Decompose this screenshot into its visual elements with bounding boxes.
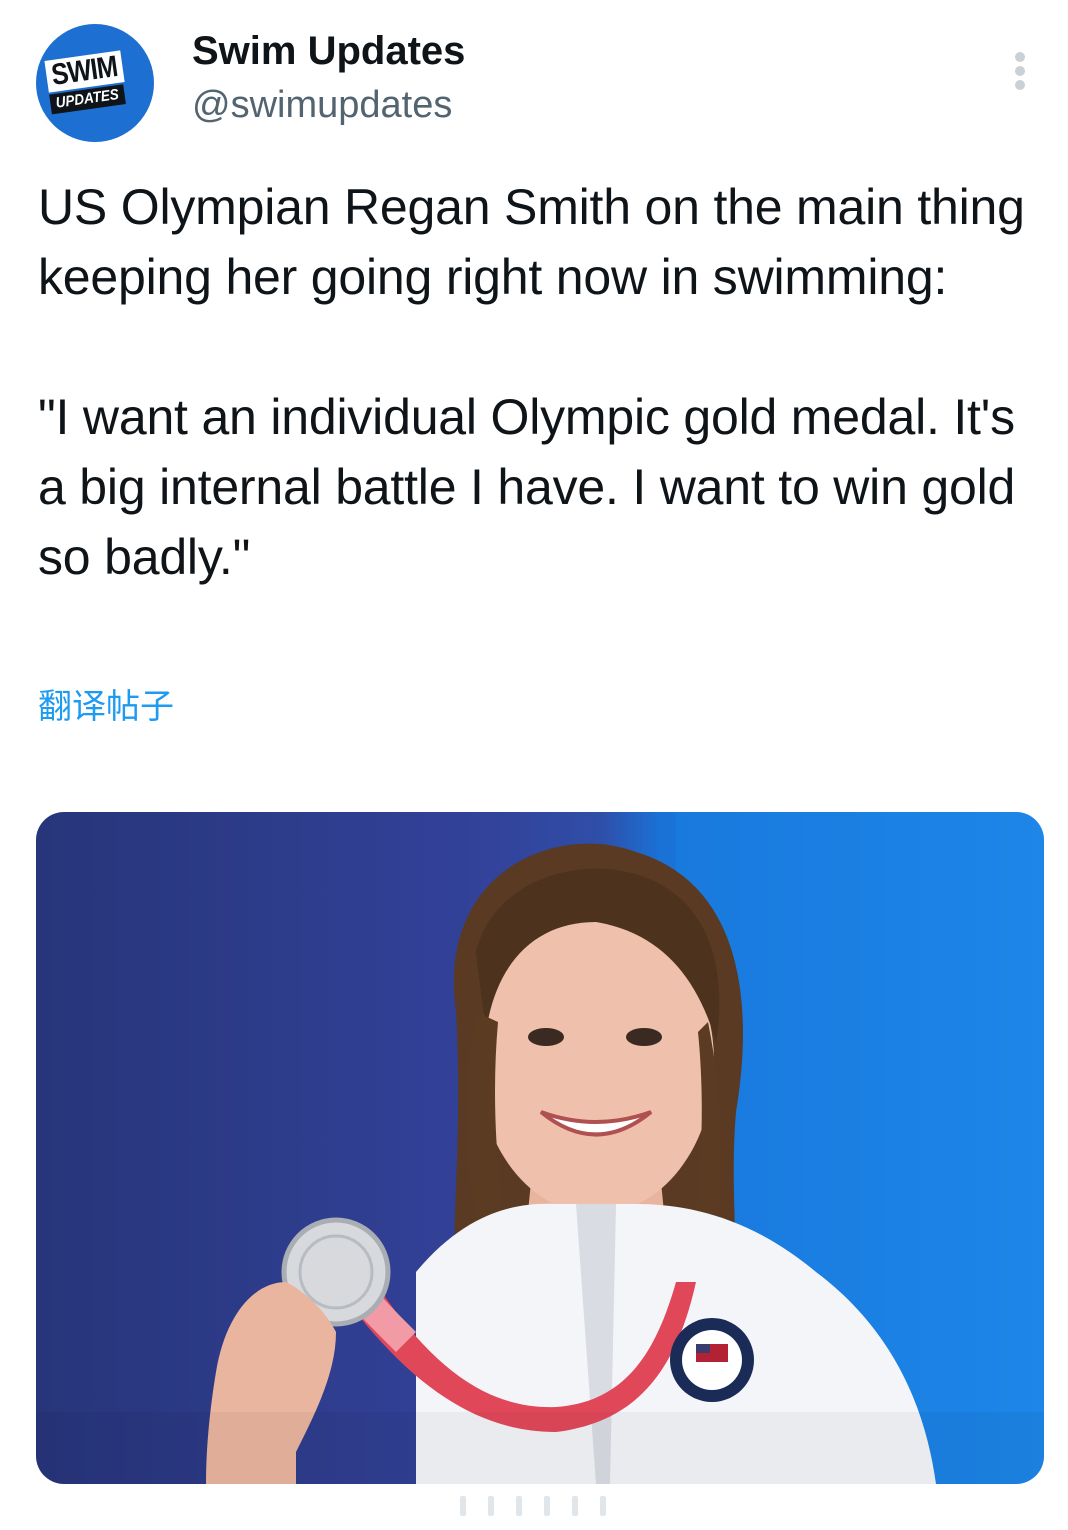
photo-illustration	[36, 812, 1044, 1484]
more-dot	[1015, 80, 1025, 90]
scroll-tick	[488, 1496, 494, 1516]
avatar[interactable]: SWIM UPDATES	[36, 24, 154, 142]
more-horizontal-icon	[1015, 52, 1025, 62]
tweet-card: SWIM UPDATES Swim Updates @swimupdates U…	[0, 0, 1068, 1530]
more-options-button[interactable]	[1004, 48, 1036, 94]
scroll-tick	[572, 1496, 578, 1516]
scroll-tick	[460, 1496, 466, 1516]
author-display-name[interactable]: Swim Updates	[192, 28, 465, 74]
tweet-photo[interactable]	[36, 812, 1044, 1484]
scrollbar-indicator	[460, 1496, 610, 1516]
scroll-tick	[516, 1496, 522, 1516]
scroll-tick	[544, 1496, 550, 1516]
swim-updates-logo: SWIM UPDATES	[44, 48, 147, 119]
author-handle[interactable]: @swimupdates	[192, 82, 452, 128]
tweet-paragraph-intro: US Olympian Regan Smith on the main thin…	[38, 179, 1025, 305]
scroll-tick	[600, 1496, 606, 1516]
tweet-paragraph-quote: "I want an individual Olympic gold medal…	[38, 389, 1016, 585]
translate-post-link[interactable]: 翻译帖子	[38, 684, 174, 730]
more-dot	[1015, 66, 1025, 76]
tweet-text: US Olympian Regan Smith on the main thin…	[38, 172, 1028, 592]
